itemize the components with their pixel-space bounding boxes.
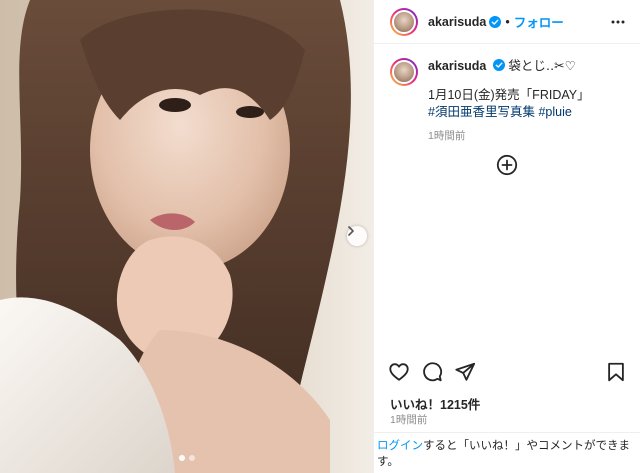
hashtag-link[interactable]: #pluie [538, 105, 571, 119]
caption-avatar[interactable] [390, 58, 418, 86]
header-username[interactable]: akarisuda [428, 15, 486, 29]
caption-username[interactable]: akarisuda [428, 59, 486, 73]
carousel-indicator [0, 455, 373, 461]
header-separator: • [505, 14, 510, 29]
post-timestamp[interactable]: 1時間前 [390, 412, 427, 427]
plus-circle-icon[interactable] [496, 154, 518, 176]
chevron-right-icon [348, 226, 354, 236]
action-bar [374, 360, 640, 384]
post-side-panel: akarisuda • フォロー akarisuda 袋とじ‥✂︎♡ 1月10日… [373, 0, 640, 473]
post-photo[interactable] [0, 0, 373, 473]
bookmark-icon[interactable] [605, 361, 627, 383]
comment-bubble-icon[interactable] [421, 361, 443, 383]
avatar[interactable] [390, 7, 418, 36]
verified-badge-icon [492, 59, 505, 71]
heart-icon[interactable] [388, 361, 410, 383]
carousel-next-button[interactable] [347, 226, 367, 246]
login-prompt: ログインすると「いいね！」やコメントができます。 [374, 432, 640, 473]
post-header: akarisuda • フォロー [374, 0, 640, 44]
hashtag-link[interactable]: #須田亜香里写真集 [428, 105, 535, 119]
photo-illustration [0, 0, 373, 473]
paper-plane-icon[interactable] [454, 361, 476, 383]
carousel-dot [188, 455, 195, 461]
more-horizontal-icon[interactable] [610, 14, 626, 30]
carousel-dot-active [178, 455, 185, 461]
caption-hashtags: #須田亜香里写真集 #pluie [428, 104, 590, 121]
caption-timestamp: 1時間前 [428, 130, 466, 142]
follow-button[interactable]: フォロー [514, 12, 564, 31]
caption-text-line1: 袋とじ‥✂︎♡ [508, 59, 576, 73]
instagram-post: akarisuda • フォロー akarisuda 袋とじ‥✂︎♡ 1月10日… [0, 0, 640, 473]
post-caption: akarisuda 袋とじ‥✂︎♡ 1月10日(金)発売「FRIDAY」 #須田… [374, 44, 640, 145]
verified-badge-icon [489, 15, 502, 28]
caption-text-line2: 1月10日(金)発売「FRIDAY」 [428, 88, 590, 102]
caption-body: akarisuda 袋とじ‥✂︎♡ 1月10日(金)発売「FRIDAY」 #須田… [428, 58, 590, 145]
caption-first-line: akarisuda 袋とじ‥✂︎♡ [428, 58, 590, 75]
likes-count[interactable]: いいね！1215件 [390, 394, 480, 413]
login-link[interactable]: ログイン [377, 440, 423, 452]
